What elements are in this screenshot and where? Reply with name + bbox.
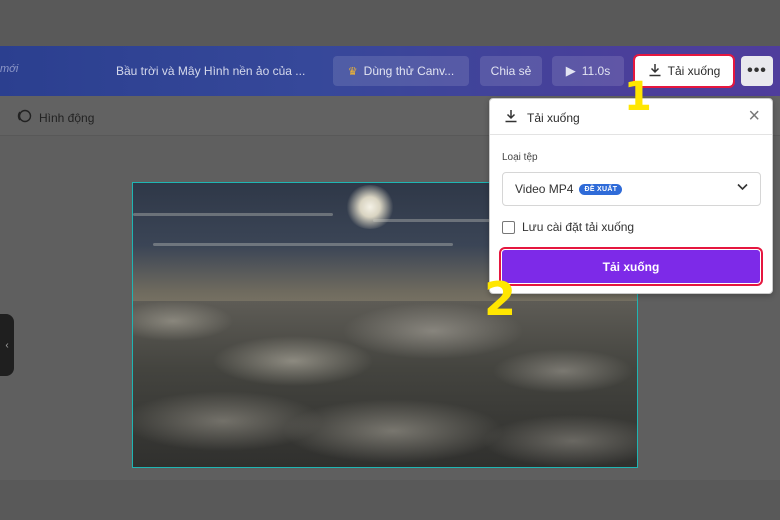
file-type-select[interactable]: Video MP4 ĐỀ XUẤT — [502, 172, 761, 206]
cloud-streak — [133, 213, 333, 216]
document-title[interactable]: Bầu trời và Mây Hình nền ảo của ... — [116, 64, 305, 78]
brand-fragment: mới — [0, 63, 19, 75]
download-icon — [504, 109, 518, 126]
save-settings-label: Lưu cài đặt tải xuống — [522, 220, 635, 234]
file-type-value: Video MP4 — [515, 182, 574, 196]
save-settings-checkbox[interactable] — [502, 220, 515, 234]
sun-glow — [345, 185, 395, 229]
recommended-badge: ĐỀ XUẤT — [579, 183, 623, 195]
download-panel: Tải xuống × Loại tệp Video MP4 ĐỀ XUẤT L… — [489, 98, 773, 294]
play-duration: 11.0s — [581, 64, 611, 78]
more-options-button[interactable]: ••• — [741, 56, 773, 86]
cloud-layer — [133, 301, 637, 467]
file-type-label: Loại tệp — [502, 152, 538, 163]
step-1-annotation: 1 — [624, 74, 652, 120]
animate-label: Hình động — [39, 110, 95, 125]
try-pro-button[interactable]: ♛ Dùng thử Canv... — [333, 56, 469, 86]
close-icon[interactable]: × — [748, 105, 760, 127]
chevron-left-icon: ‹ — [5, 339, 9, 351]
try-pro-label: Dùng thử Canv... — [363, 64, 455, 78]
download-button-label: Tải xuống — [667, 64, 721, 78]
confirm-download-button[interactable]: Tải xuống — [499, 247, 763, 286]
animate-button[interactable]: Hình động — [16, 108, 94, 127]
animate-icon — [16, 108, 32, 127]
download-panel-title: Tải xuống — [504, 109, 580, 126]
chevron-down-icon — [737, 182, 748, 194]
step-2-annotation: 2 — [484, 272, 517, 326]
share-button[interactable]: Chia sẻ — [480, 56, 542, 86]
cloud-streak — [153, 243, 453, 246]
download-panel-title-text: Tải xuống — [527, 110, 580, 125]
play-button[interactable]: ▶ 11.0s — [552, 56, 624, 86]
crown-icon: ♛ — [347, 65, 358, 78]
save-settings-row[interactable]: Lưu cài đặt tải xuống — [502, 220, 634, 234]
collapse-panel-handle[interactable]: ‹ — [0, 314, 14, 376]
editor-top-bar: mới Bầu trời và Mây Hình nền ảo của ... … — [0, 46, 780, 96]
play-icon: ▶ — [565, 63, 576, 78]
